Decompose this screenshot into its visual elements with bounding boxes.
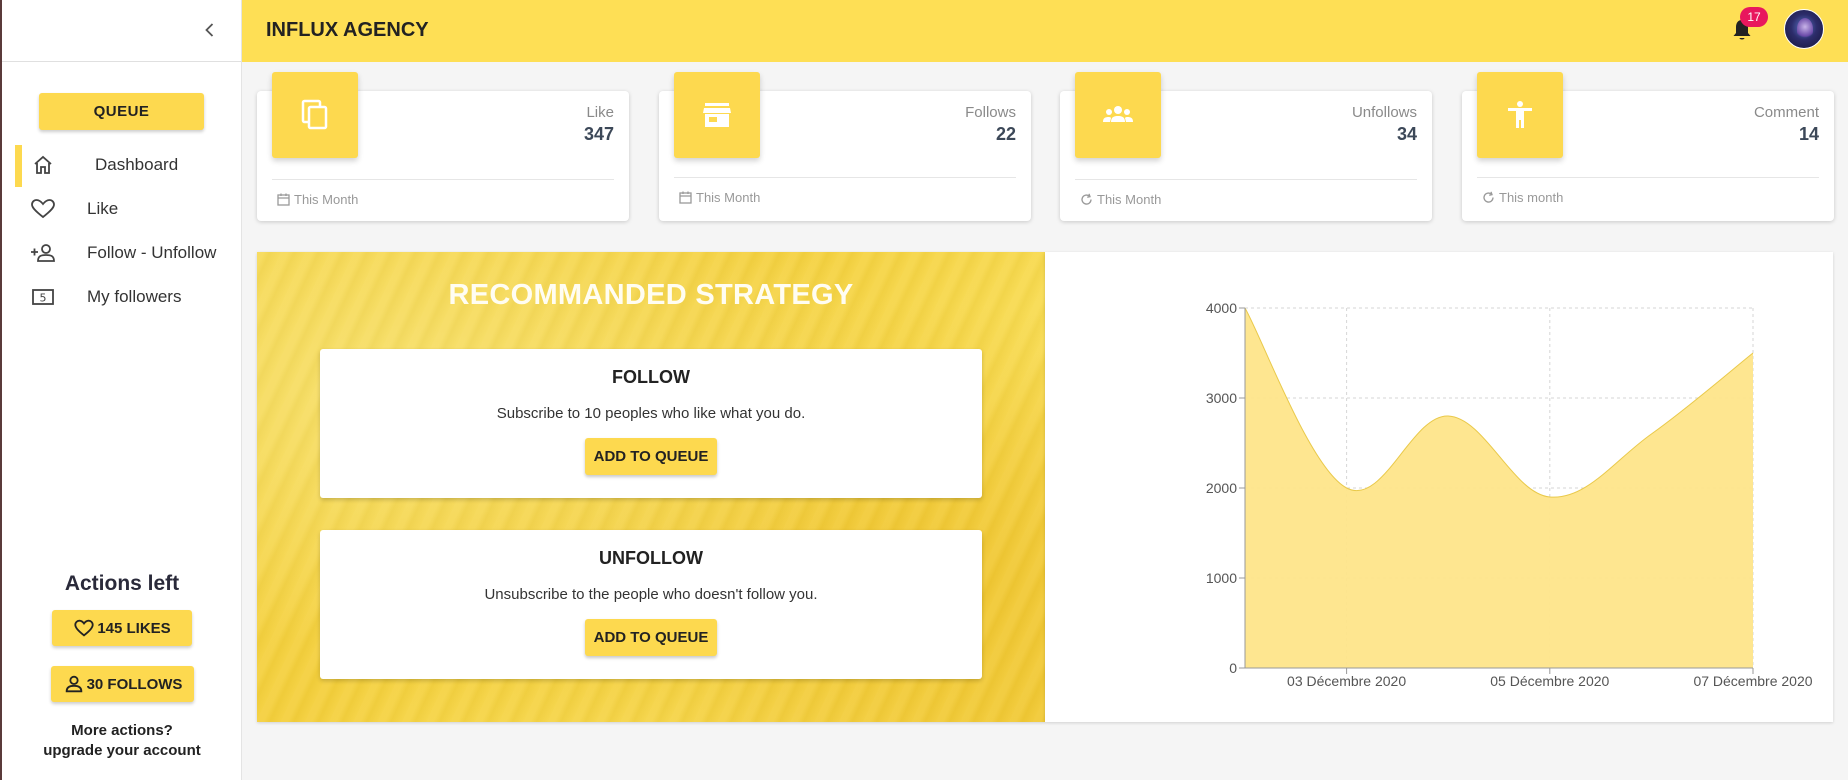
stat-icon-box: [1075, 72, 1161, 158]
x-tick-label: 05 Décembre 2020: [1490, 673, 1609, 689]
strategy-card-title: FOLLOW: [612, 367, 690, 387]
strategy-card-text: Subscribe to 10 peoples who like what yo…: [496, 405, 806, 422]
sidebar-item-my-followers[interactable]: 5 My followers: [2, 275, 242, 319]
x-tick-label: 07 Décembre 2020: [1693, 673, 1812, 689]
money-icon: 5: [32, 289, 54, 305]
calendar-icon: [679, 191, 692, 204]
upgrade-line-2: upgrade your account: [43, 742, 201, 759]
stat-icon-box: [272, 72, 358, 158]
stat-card-follows: Follows 22 This Month: [659, 72, 1031, 221]
stat-icon-box: [674, 72, 760, 158]
sidebar-nav: Dashboard Like Follow - Unfollow 5 My fo…: [2, 143, 242, 319]
strategy-card-title: UNFOLLOW: [599, 548, 703, 568]
sidebar-item-label: Follow - Unfollow: [87, 243, 217, 262]
stat-value: 347: [583, 124, 614, 144]
follows-left-button[interactable]: 30 FOLLOWS: [51, 666, 194, 702]
stat-footer-text: This Month: [696, 190, 761, 205]
refresh-icon: [1483, 191, 1494, 203]
series-area: [1245, 308, 1753, 668]
top-header: INFLUX AGENCY 17: [242, 0, 1848, 62]
stat-value: 34: [1396, 124, 1417, 144]
stat-footer: This Month: [1080, 192, 1161, 207]
stat-footer-text: This month: [1499, 190, 1564, 205]
actions-left-title: Actions left: [64, 572, 180, 595]
svg-text:5: 5: [40, 292, 47, 305]
sidebar-item-dashboard[interactable]: Dashboard: [2, 143, 242, 187]
queue-button[interactable]: QUEUE: [39, 93, 204, 130]
y-tick-label: 2000: [1206, 480, 1237, 496]
divider: [674, 177, 1016, 178]
y-tick-label: 3000: [1206, 390, 1237, 406]
upgrade-message: More actions? upgrade your account: [2, 721, 242, 761]
avatar[interactable]: [1784, 9, 1824, 49]
stat-label: Unfollows: [1351, 104, 1417, 121]
stat-value: 22: [995, 124, 1016, 144]
store-icon: [703, 103, 731, 127]
sidebar-item-label: Like: [87, 199, 119, 218]
strategy-title: RECOMMANDED STRATEGY: [448, 279, 854, 311]
sidebar-item-label: My followers: [87, 287, 182, 306]
divider: [1477, 177, 1819, 178]
strategy-card-unfollow: UNFOLLOW Unsubscribe to the people who d…: [320, 530, 982, 679]
accessibility-icon: [1508, 101, 1532, 128]
upgrade-line-1: More actions?: [71, 722, 173, 739]
copy-icon: [301, 99, 328, 130]
y-tick-label: 4000: [1206, 300, 1237, 316]
notification-badge: 17: [1740, 7, 1768, 27]
sidebar-item-follow-unfollow[interactable]: Follow - Unfollow: [2, 231, 242, 275]
stat-label: Comment: [1753, 104, 1819, 121]
person-add-icon: [31, 244, 55, 262]
stat-label: Follows: [965, 104, 1016, 121]
likes-left-button[interactable]: 145 LIKES: [52, 610, 192, 646]
strategy-card-follow: FOLLOW Subscribe to 10 peoples who like …: [320, 349, 982, 498]
stat-footer: This month: [1482, 190, 1563, 205]
sidebar: QUEUE Dashboard Like Follow - Unfollow 5…: [2, 0, 242, 780]
x-tick-label: 03 Décembre 2020: [1287, 673, 1406, 689]
chart-panel: 0 1000 2000 3000 4000 03 Décembre 2020 05 Déce…: [1045, 252, 1833, 722]
calendar-icon: [277, 193, 290, 206]
stat-icon-box: [1477, 72, 1563, 158]
divider: [272, 179, 614, 180]
y-tick-label: 0: [1229, 660, 1237, 676]
stat-card-like: Like 347 This Month: [257, 72, 629, 221]
likes-left-label: 145 LIKES: [97, 619, 171, 637]
stat-label: Like: [586, 104, 614, 121]
stat-footer-text: This Month: [1097, 192, 1162, 207]
stat-footer: This Month: [277, 192, 358, 207]
recommended-strategy-panel: RECOMMANDED STRATEGY FOLLOW Subscribe to…: [257, 252, 1045, 722]
sidebar-item-like[interactable]: Like: [2, 187, 242, 231]
refresh-icon: [1081, 193, 1092, 205]
group-icon: [1103, 106, 1133, 122]
stat-card-comment: Comment 14 This month: [1462, 72, 1834, 221]
follows-left-label: 30 FOLLOWS: [86, 675, 183, 693]
sidebar-header: [2, 0, 241, 62]
add-to-queue-button[interactable]: ADD TO QUEUE: [585, 619, 717, 656]
stat-value: 14: [1798, 124, 1819, 144]
add-to-queue-button[interactable]: ADD TO QUEUE: [585, 438, 717, 475]
stat-footer: This Month: [679, 190, 760, 205]
sidebar-item-label: Dashboard: [95, 155, 179, 174]
heart-icon: [74, 619, 94, 637]
page-title: INFLUX AGENCY: [266, 19, 429, 41]
y-tick-label: 1000: [1206, 570, 1237, 586]
chevron-left-icon[interactable]: [200, 20, 220, 40]
home-icon: [34, 155, 52, 174]
heart-icon: [31, 199, 55, 219]
area-chart: 0 1000 2000 3000 4000 03 Décembre 2020 05 Déce…: [1206, 300, 1813, 689]
stat-card-unfollows: Unfollows 34 This Month: [1060, 72, 1432, 221]
stat-footer-text: This Month: [294, 192, 359, 207]
person-icon: [65, 675, 82, 693]
strategy-card-text: Unsubscribe to the people who doesn't fo…: [484, 586, 818, 603]
divider: [1075, 179, 1417, 180]
